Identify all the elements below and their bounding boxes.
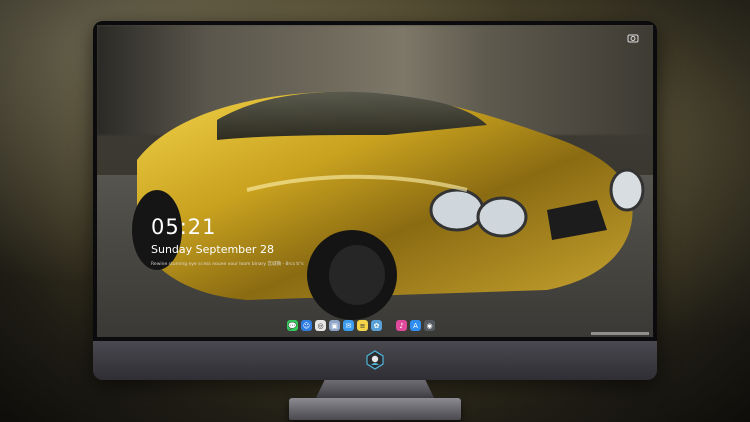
dock-separator (385, 320, 393, 333)
dock: 💬 ☺ ◎ ▣ ✉ ≡ ✿ ♪ A ◉ (287, 320, 435, 333)
monitor-stand-neck (315, 380, 435, 400)
monitor: 05:21 Sunday September 28 Rewine stunnng… (93, 21, 657, 380)
watermark-bar (591, 332, 649, 335)
camera-icon[interactable] (627, 33, 639, 43)
lock-date: Sunday September 28 (151, 243, 274, 256)
finder-icon[interactable]: ☺ (301, 320, 312, 331)
brand-logo-icon (366, 350, 384, 370)
monitor-chin (93, 341, 657, 380)
wallpaper-caption: Rewine stunnng eye sr.ess noune vour loo… (151, 262, 304, 267)
notes-icon[interactable]: ≡ (357, 320, 368, 331)
desktop-screen[interactable]: 05:21 Sunday September 28 Rewine stunnng… (97, 25, 653, 337)
monitor-bezel: 05:21 Sunday September 28 Rewine stunnng… (93, 21, 657, 341)
messages-icon[interactable]: 💬 (287, 320, 298, 331)
monitor-stand-base (289, 398, 461, 420)
safari-icon[interactable]: ◎ (315, 320, 326, 331)
music-icon[interactable]: ♪ (396, 320, 407, 331)
camera-app-icon[interactable]: ◉ (424, 320, 435, 331)
preview-icon[interactable]: ▣ (329, 320, 340, 331)
app-store-icon[interactable]: A (410, 320, 421, 331)
wallpaper-gold-car (132, 91, 645, 320)
photos-icon[interactable]: ✿ (371, 320, 382, 331)
lock-clock: 05:21 (151, 215, 217, 239)
mail-icon[interactable]: ✉ (343, 320, 354, 331)
